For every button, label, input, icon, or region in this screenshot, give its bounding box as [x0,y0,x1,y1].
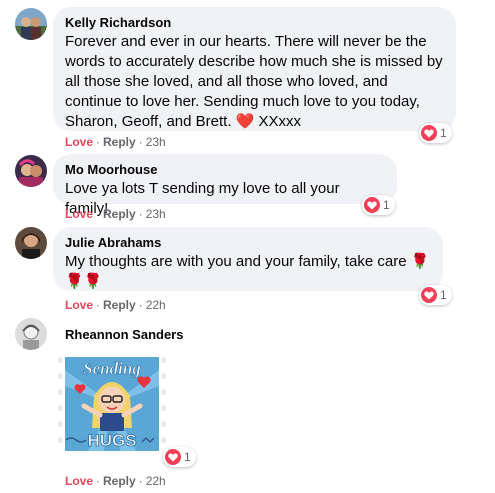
reaction-count[interactable]: 1 [419,123,452,143]
reaction-number: 1 [184,450,191,464]
comment-actions: Love · Reply · 23h [65,207,166,221]
love-reaction-icon [421,125,437,141]
love-reaction-icon [165,449,181,465]
love-reaction-icon [364,197,380,213]
comment-time[interactable]: 23h [146,135,166,149]
comment-time[interactable]: 22h [146,474,166,488]
sticker-text-top: Sending [83,359,141,378]
comment-actions: Love · Reply · 23h [65,135,166,149]
reaction-count[interactable]: 1 [419,285,452,305]
comment-bubble: Kelly Richardson Forever and ever in our… [53,7,456,131]
comment-time[interactable]: 22h [146,298,166,312]
reaction-count[interactable]: 1 [362,195,395,215]
comment-actions: Love · Reply · 22h [65,474,166,488]
sending-hugs-sticker[interactable]: Sending HUGS [57,350,167,458]
love-link[interactable]: Love [65,207,93,221]
reaction-number: 1 [440,288,447,302]
comment-text: Forever and ever in our hearts. There wi… [65,33,443,130]
reaction-number: 1 [440,126,447,140]
rose-emoji-icon: 🌹 [65,273,84,290]
comment-text: My thoughts are with you and your family… [65,253,430,290]
comment-author[interactable]: Julie Abrahams [65,235,431,251]
love-link[interactable]: Love [65,135,93,149]
reaction-count[interactable]: 1 [163,447,196,467]
rose-emoji-icon: 🌹 [83,273,103,290]
love-link[interactable]: Love [65,474,93,488]
reply-link[interactable]: Reply [103,135,136,149]
comment-bubble: Julie Abrahams My thoughts are with you … [53,227,443,291]
avatar[interactable] [15,155,47,187]
avatar[interactable] [15,318,47,350]
love-reaction-icon [421,287,437,303]
reply-link[interactable]: Reply [103,298,136,312]
reply-link[interactable]: Reply [103,474,136,488]
rose-emoji-icon: 🌹 [410,253,430,270]
avatar[interactable] [15,227,47,259]
heart-emoji-icon: ❤️ [235,113,255,130]
sticker-text-bottom: HUGS [87,431,136,450]
avatar[interactable] [15,8,47,40]
comment-bubble: Mo Moorhouse Love ya lots T sending my l… [53,154,397,217]
comment-author[interactable]: Rheannon Sanders [65,327,183,343]
love-link[interactable]: Love [65,298,93,312]
comment-time[interactable]: 23h [146,207,166,221]
reply-link[interactable]: Reply [103,207,136,221]
comment-actions: Love · Reply · 22h [65,298,166,312]
comment-author[interactable]: Kelly Richardson [65,15,444,31]
comment-author[interactable]: Mo Moorhouse [65,162,385,178]
reaction-number: 1 [383,198,390,212]
